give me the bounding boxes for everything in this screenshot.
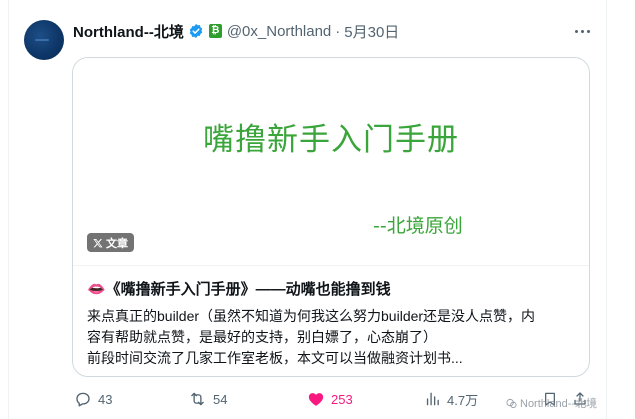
post-date[interactable]: 5月30日 xyxy=(344,21,399,42)
article-type-label: 文章 xyxy=(106,237,128,250)
tweet[interactable]: Northland--北境 ₿ @0x_Northland · 5月30日 嘴撸… xyxy=(0,0,635,419)
article-title[interactable]: 👄《嘴撸新手入门手册》——动嘴也能撸到钱 xyxy=(87,278,391,299)
watermark: Northland--北境 xyxy=(506,395,597,411)
description-line: 容有帮助就点赞，是最好的支持，别白嫖了，心态崩了） xyxy=(87,329,437,345)
reply-icon xyxy=(76,392,90,407)
column-border-right xyxy=(606,0,607,419)
tweet-header: Northland--北境 ₿ @0x_Northland · 5月30日 xyxy=(73,20,399,42)
heart-icon xyxy=(308,393,324,406)
x-logo-icon xyxy=(93,238,103,247)
article-card[interactable]: 嘴撸新手入门手册 --北境原创 文章 👄《嘴撸新手入门手册》——动嘴也能撸到钱 … xyxy=(72,57,590,377)
article-description: 来点真正的builder（虽然不知道为何我这么努力builder还是没人点赞，内… xyxy=(87,306,581,369)
reply-count: 43 xyxy=(98,391,113,407)
column-border-left xyxy=(8,0,9,419)
separator-dot: · xyxy=(335,22,341,40)
wechat-logo-icon xyxy=(506,398,517,408)
article-type-badge: 文章 xyxy=(87,233,134,252)
cover-subtitle: --北境原创 xyxy=(373,215,463,237)
cover-title: 嘴撸新手入门手册 xyxy=(203,122,459,158)
views-icon xyxy=(426,392,439,406)
verified-badge-icon xyxy=(188,23,204,39)
repost-icon xyxy=(191,392,204,406)
repost-button[interactable]: 54 xyxy=(188,388,227,410)
article-card-body: 👄《嘴撸新手入门手册》——动嘴也能撸到钱 来点真正的builder（虽然不知道为… xyxy=(73,265,589,376)
more-options-icon[interactable] xyxy=(572,22,592,40)
like-count: 253 xyxy=(331,391,353,407)
description-line: 前段时间交流了几家工作室老板，本文可以当做融资计划书... xyxy=(87,350,463,366)
like-button[interactable]: 253 xyxy=(307,388,353,410)
view-count: 4.7万 xyxy=(447,392,479,408)
article-cover-image: 嘴撸新手入门手册 --北境原创 文章 xyxy=(73,58,589,265)
description-line: 来点真正的builder（虽然不知道为何我这么努力builder还是没人点赞，内 xyxy=(87,308,536,324)
views-button[interactable]: 4.7万 xyxy=(424,388,478,410)
repost-count: 54 xyxy=(213,391,228,407)
author-name[interactable]: Northland--北境 xyxy=(73,21,184,42)
author-handle[interactable]: @0x_Northland xyxy=(227,23,331,40)
reply-button[interactable]: 43 xyxy=(74,388,112,410)
watermark-text: Northland--北境 xyxy=(520,398,598,410)
affiliation-badge-icon[interactable]: ₿ xyxy=(208,24,222,38)
avatar[interactable] xyxy=(24,20,64,60)
